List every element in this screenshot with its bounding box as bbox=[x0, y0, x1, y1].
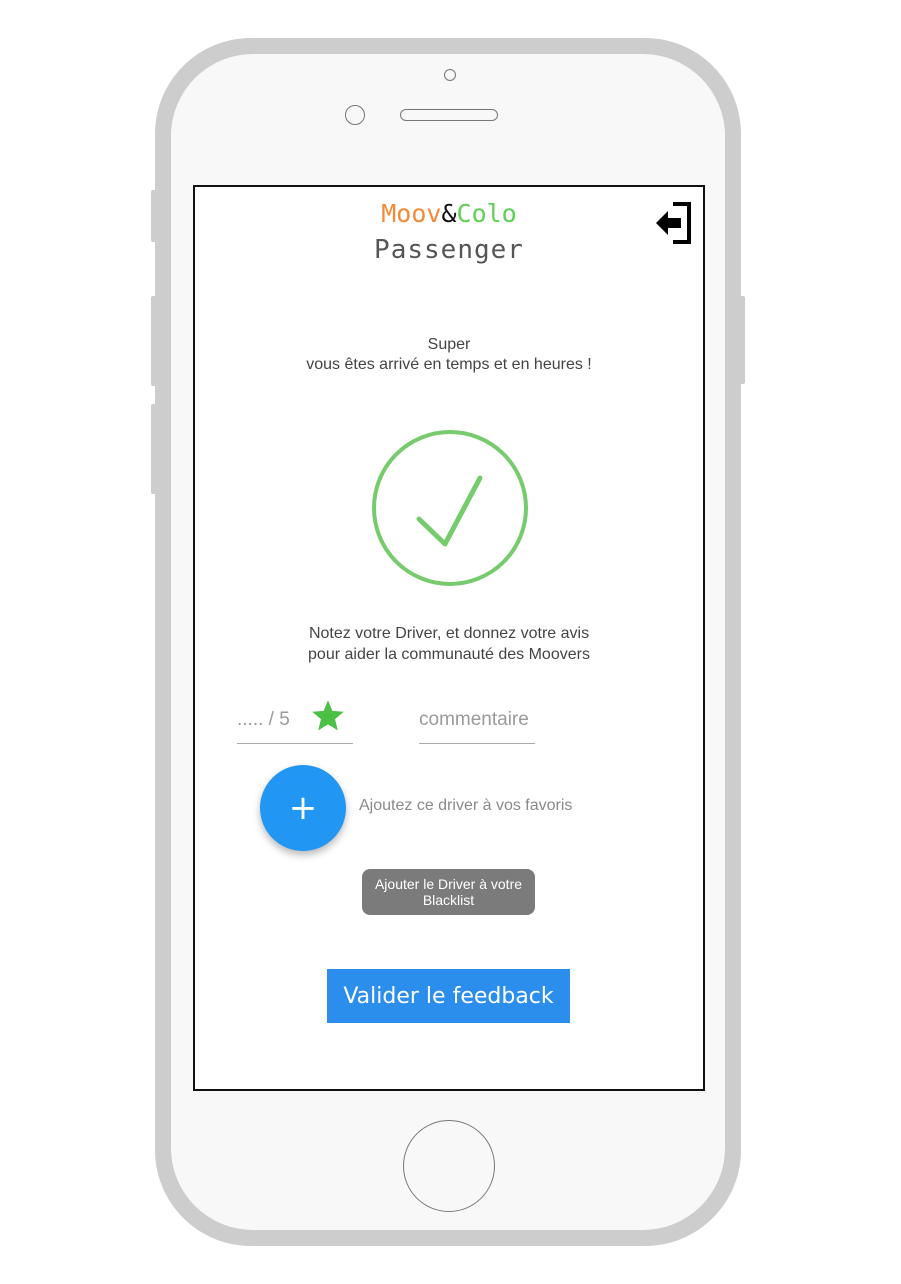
brand-part-moov: Moov bbox=[381, 199, 442, 228]
phone-camera bbox=[444, 69, 456, 81]
phone-mute-switch bbox=[151, 190, 157, 242]
logout-icon bbox=[656, 202, 691, 244]
comment-input[interactable] bbox=[419, 706, 535, 734]
add-favorite-button[interactable]: + bbox=[260, 765, 346, 851]
rating-input[interactable] bbox=[237, 706, 303, 734]
app-screen: Moov&Colo Passenger Super vous êtes arri… bbox=[193, 185, 705, 1091]
check-circle-icon bbox=[372, 430, 528, 586]
app-logo: Moov&Colo bbox=[195, 199, 703, 229]
rating-prompt: Notez votre Driver, et donnez votre avis… bbox=[195, 623, 703, 665]
add-to-blacklist-button[interactable]: Ajouter le Driver à votre Blacklist bbox=[362, 869, 535, 915]
logout-button[interactable] bbox=[653, 201, 693, 245]
page-subtitle: Passenger bbox=[374, 235, 524, 265]
arrival-message-line1: Super bbox=[427, 336, 471, 353]
phone-volume-down-button bbox=[151, 404, 157, 494]
rating-field bbox=[237, 692, 353, 744]
plus-icon: + bbox=[288, 788, 318, 828]
brand-part-colo: Colo bbox=[456, 199, 517, 228]
brand-part-ampersand: & bbox=[441, 199, 457, 228]
comment-field bbox=[419, 692, 535, 744]
rating-prompt-line1: Notez votre Driver, et donnez votre avis bbox=[308, 625, 590, 642]
arrival-message-line2: vous êtes arrivé en temps et en heures ! bbox=[306, 356, 592, 373]
phone-volume-up-button bbox=[151, 296, 157, 386]
phone-home-button[interactable] bbox=[403, 1120, 495, 1212]
submit-feedback-button[interactable]: Valider le feedback bbox=[327, 969, 570, 1023]
add-favorite-label: Ajoutez ce driver à vos favoris bbox=[359, 797, 573, 814]
phone-speaker bbox=[400, 109, 498, 121]
rating-prompt-line2: pour aider la communauté des Moovers bbox=[308, 646, 590, 663]
star-icon bbox=[312, 700, 344, 731]
arrival-message: Super vous êtes arrivé en temps et en he… bbox=[195, 335, 703, 375]
phone-power-button bbox=[739, 296, 745, 384]
phone-sensor bbox=[345, 105, 365, 125]
